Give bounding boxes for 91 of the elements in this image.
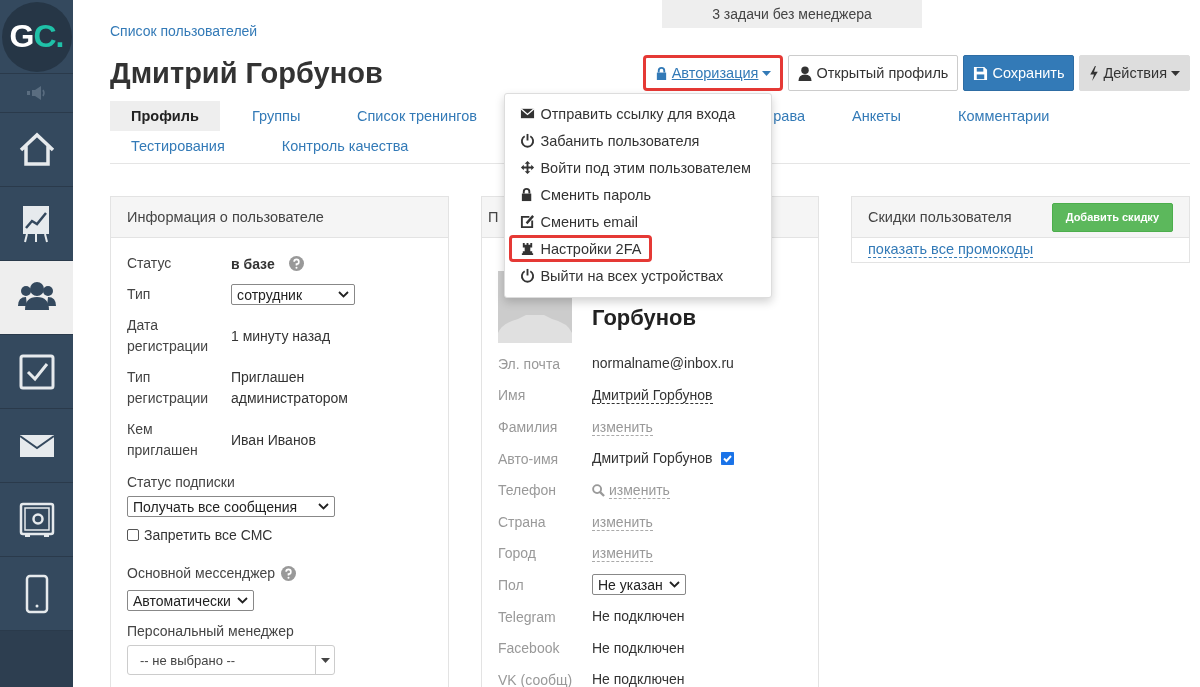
help-icon[interactable] xyxy=(288,256,304,271)
field-label: Страна xyxy=(498,513,547,530)
checkbox-label: Запретить все СМС xyxy=(144,527,273,543)
sidebar-item[interactable] xyxy=(0,187,73,261)
field-label: Статус xyxy=(127,254,173,273)
field-label: Персональный менеджер xyxy=(127,622,295,641)
sidebar-item[interactable] xyxy=(0,483,73,557)
breadcrumb-link[interactable]: Список пользователей xyxy=(110,23,258,39)
tab[interactable]: рава xyxy=(773,101,831,131)
messenger-select[interactable]: Автоматически xyxy=(127,590,254,611)
promo-codes-link[interactable]: показать все промокоды xyxy=(868,241,1034,258)
editable-value[interactable]: Дмитрий Горбунов xyxy=(592,386,713,404)
checkbox[interactable] xyxy=(720,452,734,466)
sidebar-item[interactable] xyxy=(0,409,73,483)
panel-title: Скидки пользователя xyxy=(868,209,1012,225)
caret-icon xyxy=(320,657,330,663)
status-value: в базе xyxy=(231,255,275,272)
edit-icon xyxy=(520,214,536,229)
tab[interactable]: Тестирования xyxy=(110,131,246,161)
field-label: Имя xyxy=(498,387,527,404)
field-label: VK (сообщ) xyxy=(498,671,574,687)
notice-bar[interactable]: 3 задачи без менеджера xyxy=(662,0,922,28)
field-value: Приглашен администратором xyxy=(231,368,349,408)
field-value: 1 минуту назад xyxy=(231,326,332,346)
person-icon xyxy=(798,65,813,81)
type-select[interactable]: сотрудник xyxy=(231,284,355,305)
sidebar-item[interactable] xyxy=(0,335,73,409)
profile-button[interactable]: Открытый профиль xyxy=(788,55,959,91)
field-label: Тип регистрации xyxy=(127,368,210,408)
tab[interactable]: Анкеты xyxy=(831,101,922,131)
field-label: Статус подписки xyxy=(127,473,236,492)
logo[interactable]: GC. xyxy=(1,1,72,72)
field-value: Не подключен xyxy=(592,607,686,627)
chevron-down-icon xyxy=(236,597,248,604)
power-icon xyxy=(520,268,536,283)
menu-item[interactable]: Сменить email xyxy=(509,208,649,235)
search-icon[interactable] xyxy=(592,483,605,497)
field-label: Фамилия xyxy=(498,419,559,435)
power-icon xyxy=(520,133,536,148)
field-value: normalname@inbox.ru xyxy=(592,354,735,374)
menu-item[interactable]: Войти под этим пользователем xyxy=(509,154,762,181)
tab[interactable]: Список тренингов xyxy=(336,101,498,131)
field-label: Дата регистрации xyxy=(127,316,210,356)
lightning-icon xyxy=(1089,65,1100,81)
envelope-icon xyxy=(520,106,536,121)
menu-item[interactable]: Отправить ссылку для входа xyxy=(509,100,747,127)
field-label: Пол xyxy=(498,576,525,593)
sidebar-item[interactable] xyxy=(0,113,73,187)
more-button[interactable]: Действия xyxy=(1079,55,1190,91)
panel-title: П xyxy=(488,209,499,225)
chevron-down-icon xyxy=(338,291,349,298)
field-value: Не подключен xyxy=(592,638,686,658)
menu-item[interactable]: Сменить пароль xyxy=(509,181,662,208)
tab[interactable]: Контроль качества xyxy=(260,131,430,161)
field-label: Эл. почта xyxy=(498,355,561,372)
field-value: Не подключен xyxy=(592,670,686,687)
move-arrows-icon xyxy=(520,160,536,175)
field-label: Основной мессенджер xyxy=(127,564,276,583)
sidebar-item[interactable] xyxy=(0,261,73,335)
field-label: Тип xyxy=(127,285,152,304)
page-title: Дмитрий Горбунов xyxy=(110,56,383,90)
menu-item[interactable]: Настройки 2FA xyxy=(509,235,653,262)
lock-icon xyxy=(654,65,668,81)
save-button[interactable]: Сохранить xyxy=(963,55,1075,91)
manager-select[interactable]: -- не выбрано -- xyxy=(127,645,335,675)
chevron-down-icon xyxy=(318,503,329,510)
field-label: Авто-имя xyxy=(498,450,560,467)
caret-icon xyxy=(762,70,772,76)
field-label: Город xyxy=(498,545,537,562)
panel-title: Информация о пользователе xyxy=(127,209,324,225)
menu-item[interactable]: Выйти на всех устройствах xyxy=(509,262,735,289)
contact-name: Горбунов xyxy=(592,305,697,332)
checkbox[interactable] xyxy=(127,529,139,541)
help-icon[interactable] xyxy=(281,566,297,581)
rook-icon xyxy=(520,241,536,256)
chevron-down-icon xyxy=(668,581,680,589)
field-label: Телефон xyxy=(498,482,558,499)
field-label: Facebook xyxy=(498,640,561,657)
field-label: Кем приглашен xyxy=(127,420,199,460)
menu-item[interactable]: Забанить пользователя xyxy=(509,127,711,154)
sidebar-item[interactable] xyxy=(0,557,73,631)
field-value: Иван Иванов xyxy=(231,430,317,450)
caret-icon xyxy=(1171,70,1180,76)
auth-button[interactable]: Авторизация xyxy=(642,55,784,91)
field-value: Дмитрий Горбунов xyxy=(592,449,713,469)
tab[interactable]: Профиль xyxy=(110,101,220,131)
tab[interactable]: Комментарии xyxy=(937,101,1071,131)
field-label: Telegram xyxy=(498,608,557,625)
gender-select[interactable]: Не указан xyxy=(592,574,686,596)
subscription-select[interactable]: Получать все сообщения xyxy=(127,496,335,517)
tab[interactable]: Группы xyxy=(231,101,322,131)
